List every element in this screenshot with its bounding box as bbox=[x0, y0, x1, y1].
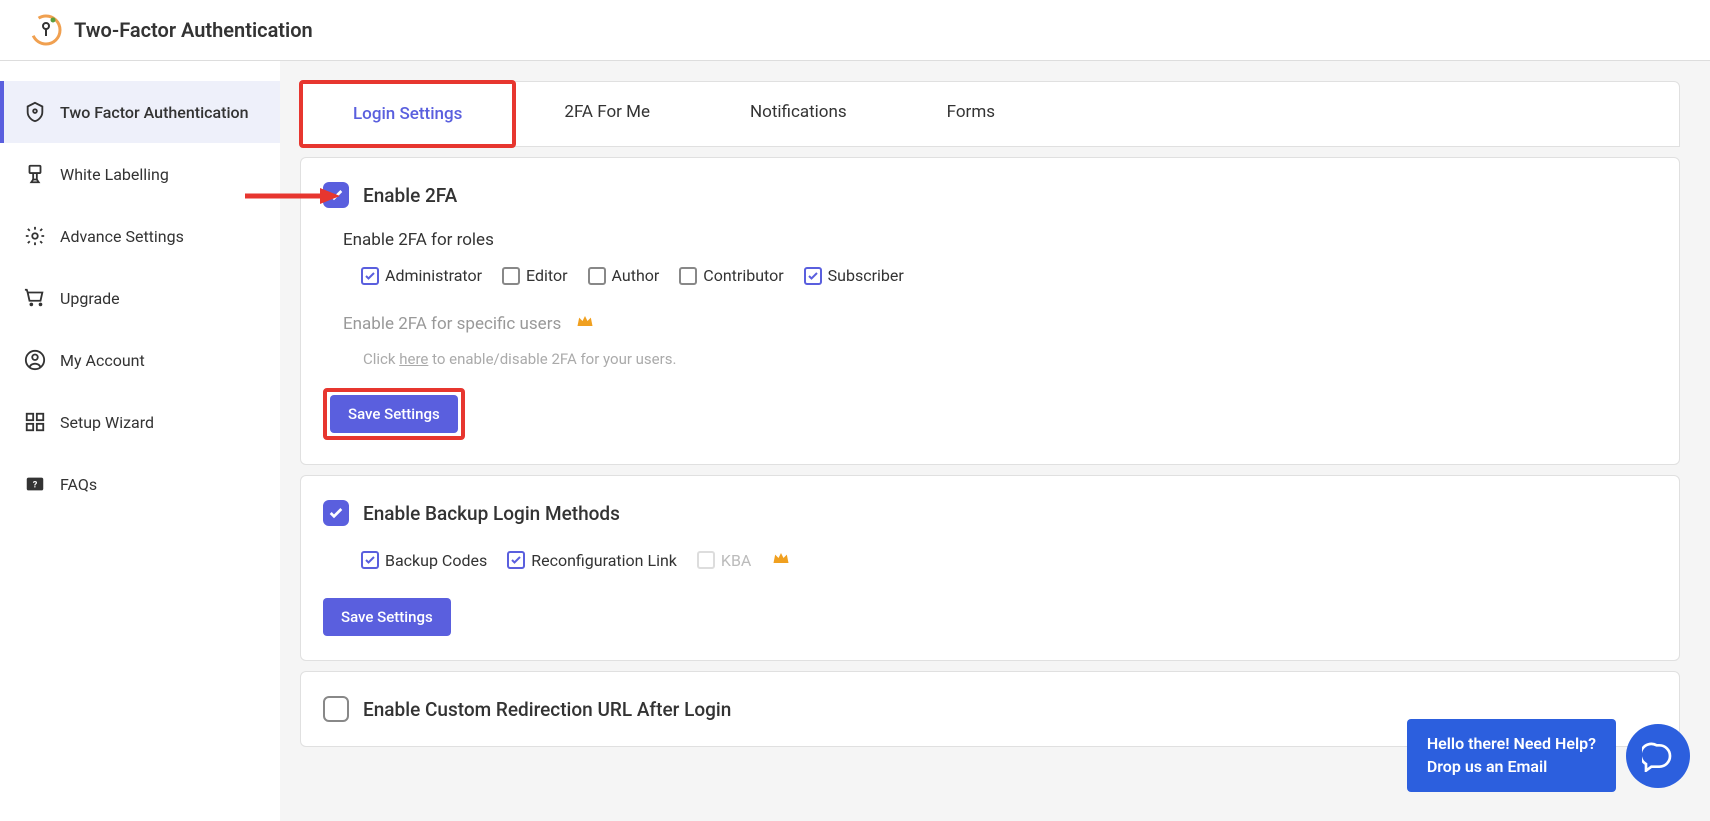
page-title: Two-Factor Authentication bbox=[74, 18, 313, 42]
sidebar-item-2fa[interactable]: Two Factor Authentication bbox=[0, 81, 280, 143]
content-area: Login Settings 2FA For Me Notifications … bbox=[280, 61, 1710, 821]
save-settings-button[interactable]: Save Settings bbox=[330, 395, 458, 433]
redirect-title: Enable Custom Redirection URL After Logi… bbox=[363, 698, 731, 721]
roles-row: Administrator Editor Author Contributor bbox=[361, 266, 1657, 285]
enable-redirect-checkbox[interactable] bbox=[323, 696, 349, 722]
sidebar-item-label: Upgrade bbox=[60, 289, 120, 308]
sidebar-item-label: Setup Wizard bbox=[60, 413, 154, 432]
roles-label: Enable 2FA for roles bbox=[343, 230, 1657, 250]
svg-text:?: ? bbox=[33, 481, 38, 491]
header: Two-Factor Authentication bbox=[0, 0, 1710, 61]
backup-methods-card: Enable Backup Login Methods Backup Codes… bbox=[300, 475, 1680, 661]
tab-login-settings[interactable]: Login Settings bbox=[303, 84, 512, 144]
cart-icon bbox=[24, 287, 46, 309]
specific-users-instruction: Click here to enable/disable 2FA for you… bbox=[363, 350, 1657, 368]
enable-2fa-title: Enable 2FA bbox=[363, 184, 457, 207]
grid-icon bbox=[24, 411, 46, 433]
brush-icon bbox=[24, 163, 46, 185]
logo-icon bbox=[30, 14, 62, 46]
backup-methods-row: Backup Codes Reconfiguration Link KBA bbox=[361, 548, 1657, 572]
here-link[interactable]: here bbox=[399, 350, 428, 368]
help-icon: ? bbox=[24, 473, 46, 495]
enable-2fa-card: Enable 2FA Enable 2FA for roles Administ… bbox=[300, 157, 1680, 465]
crown-icon bbox=[575, 311, 595, 336]
backup-codes-check[interactable]: Backup Codes bbox=[361, 548, 487, 572]
tab-notifications[interactable]: Notifications bbox=[700, 82, 897, 146]
sidebar-item-advance[interactable]: Advance Settings bbox=[0, 205, 280, 267]
sidebar-item-label: Two Factor Authentication bbox=[60, 103, 249, 122]
save-settings-button-backup[interactable]: Save Settings bbox=[323, 598, 451, 636]
gear-icon bbox=[24, 225, 46, 247]
sidebar-item-wizard[interactable]: Setup Wizard bbox=[0, 391, 280, 453]
crown-icon bbox=[771, 548, 791, 572]
role-subscriber[interactable]: Subscriber bbox=[804, 266, 904, 285]
sidebar-item-upgrade[interactable]: Upgrade bbox=[0, 267, 280, 329]
chat-button[interactable] bbox=[1626, 724, 1690, 788]
backup-title: Enable Backup Login Methods bbox=[363, 502, 620, 525]
specific-users-label: Enable 2FA for specific users bbox=[343, 311, 1657, 336]
tab-2fa-for-me[interactable]: 2FA For Me bbox=[514, 82, 700, 146]
reconfiguration-link-check[interactable]: Reconfiguration Link bbox=[507, 548, 677, 572]
enable-2fa-checkbox[interactable] bbox=[323, 182, 349, 208]
shield-icon bbox=[24, 101, 46, 123]
sidebar-item-label: White Labelling bbox=[60, 165, 169, 184]
sidebar-item-whitelabel[interactable]: White Labelling bbox=[0, 143, 280, 205]
role-editor[interactable]: Editor bbox=[502, 266, 567, 285]
tab-forms[interactable]: Forms bbox=[897, 82, 1045, 146]
role-contributor[interactable]: Contributor bbox=[679, 266, 783, 285]
sidebar-item-label: FAQs bbox=[60, 475, 97, 494]
sidebar: Two Factor Authentication White Labellin… bbox=[0, 61, 280, 821]
sidebar-item-label: Advance Settings bbox=[60, 227, 184, 246]
role-author[interactable]: Author bbox=[588, 266, 660, 285]
role-administrator[interactable]: Administrator bbox=[361, 266, 482, 285]
sidebar-item-faqs[interactable]: ? FAQs bbox=[0, 453, 280, 515]
kba-option: KBA bbox=[697, 548, 751, 572]
help-popup[interactable]: Hello there! Need Help? Drop us an Email bbox=[1407, 719, 1616, 792]
chat-icon bbox=[1642, 740, 1674, 772]
sidebar-item-account[interactable]: My Account bbox=[0, 329, 280, 391]
sidebar-item-label: My Account bbox=[60, 351, 145, 370]
enable-backup-checkbox[interactable] bbox=[323, 500, 349, 526]
user-icon bbox=[24, 349, 46, 371]
tabs: Login Settings 2FA For Me Notifications … bbox=[300, 81, 1680, 147]
